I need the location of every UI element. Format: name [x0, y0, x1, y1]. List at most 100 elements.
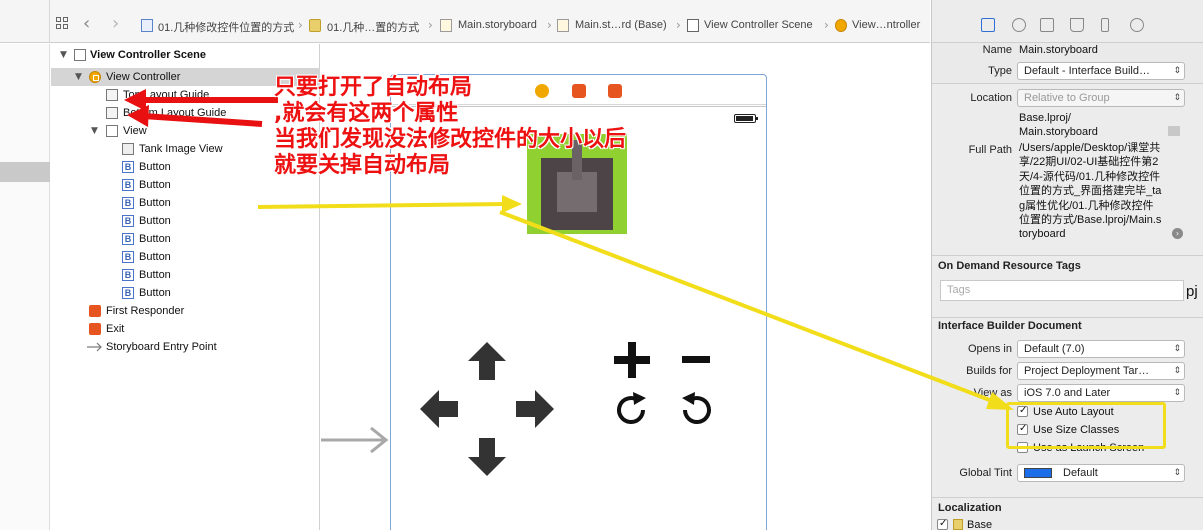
image-view-icon: [122, 143, 134, 155]
outline-label: Button: [139, 197, 171, 209]
outline-row-entry-point[interactable]: Storyboard Entry Point: [51, 338, 320, 356]
size-inspector-tab-icon[interactable]: [1101, 18, 1109, 32]
related-items-grid-icon[interactable]: [56, 17, 70, 31]
outline-row-button[interactable]: B Button: [51, 212, 320, 230]
back-chevron-icon[interactable]: ‹: [83, 13, 90, 34]
button-icon: B: [122, 161, 134, 173]
view-as-popup[interactable]: iOS 7.0 and Later ⇕: [1017, 384, 1185, 402]
breadcrumb-separator: ›: [298, 18, 303, 32]
outline-row-scene[interactable]: ▼ View Controller Scene: [51, 46, 320, 64]
annotation-line: 就要关掉自动布局: [274, 153, 451, 178]
clipped-window-text: pj: [1186, 283, 1198, 300]
navigator-strip: [0, 44, 50, 530]
builds-for-value: Project Deployment Tar…: [1024, 365, 1150, 377]
disclosure-triangle-icon[interactable]: ▼: [91, 122, 98, 140]
location-label: Location: [970, 92, 1012, 104]
button-icon: B: [122, 215, 134, 227]
outline-row-button[interactable]: B Button: [51, 266, 320, 284]
button-icon: B: [122, 287, 134, 299]
breadcrumb-group[interactable]: 01.几种…置的方式: [327, 19, 419, 35]
storyboard-entry-arrow-icon[interactable]: [321, 427, 389, 453]
disclosure-triangle-icon[interactable]: ▼: [75, 68, 82, 86]
outline-label: Button: [139, 251, 171, 263]
outline-label: Storyboard Entry Point: [106, 341, 217, 353]
cube-icon[interactable]: [572, 84, 586, 98]
breadcrumb-project[interactable]: 01.几种修改控件位置的方式: [158, 19, 294, 35]
down-arrow-button[interactable]: [466, 436, 508, 478]
navigator-tab-edge: [0, 0, 50, 43]
right-arrow-button[interactable]: [514, 388, 556, 430]
outline-row-first-responder[interactable]: First Responder: [51, 302, 320, 320]
plus-button[interactable]: [612, 340, 652, 380]
scene-icon: [74, 49, 86, 61]
outline-row-button[interactable]: B Button: [51, 284, 320, 302]
outline-label: Button: [139, 233, 171, 245]
breadcrumb-scene[interactable]: View Controller Scene: [704, 19, 813, 31]
outline-row-button[interactable]: B Button: [51, 194, 320, 212]
exit-icon: [89, 323, 101, 335]
auto-layout-highlight-box: [1006, 402, 1166, 449]
outline-label: View Controller Scene: [90, 49, 206, 61]
opens-in-label: Opens in: [967, 343, 1012, 355]
outline-label: Button: [139, 179, 171, 191]
outline-label: Tank Image View: [139, 143, 223, 155]
arrow-icon: [87, 342, 102, 352]
storyboard-file-icon: [440, 19, 452, 32]
inspector-tab-bar: [932, 0, 1203, 43]
location-popup[interactable]: Relative to Group ⇕: [1017, 89, 1185, 107]
localization-base-checkbox[interactable]: Base: [937, 518, 992, 530]
view-icon: [106, 125, 118, 137]
rotate-left-button[interactable]: [677, 392, 715, 428]
forward-chevron-icon[interactable]: ›: [112, 13, 119, 34]
view-controller-icon: [835, 19, 847, 32]
button-icon: B: [122, 269, 134, 281]
folder-icon: [309, 19, 321, 32]
outline-row-exit[interactable]: Exit: [51, 320, 320, 338]
project-file-icon: [141, 19, 153, 32]
outline-label: Button: [139, 161, 171, 173]
storyboard-file-icon: [557, 19, 569, 32]
tags-input[interactable]: Tags: [940, 280, 1184, 301]
button-icon: B: [122, 251, 134, 263]
folder-icon[interactable]: [1168, 126, 1180, 136]
location-value: Relative to Group: [1024, 92, 1110, 104]
global-tint-value: Default: [1063, 467, 1098, 479]
up-arrow-button[interactable]: [466, 340, 508, 382]
ib-document-section-title: Interface Builder Document: [938, 320, 1082, 332]
type-label: Type: [988, 65, 1012, 77]
help-inspector-tab-icon[interactable]: [1012, 18, 1026, 32]
breadcrumb-storyboard[interactable]: Main.storyboard: [458, 19, 537, 31]
name-value[interactable]: Main.storyboard: [1019, 44, 1098, 56]
chevron-updown-icon: ⇕: [1173, 66, 1181, 76]
outline-row-button[interactable]: B Button: [51, 230, 320, 248]
checkbox-checked-icon[interactable]: [937, 518, 948, 530]
identity-inspector-tab-icon[interactable]: [1040, 18, 1054, 32]
breadcrumb-view-controller[interactable]: View…ntroller: [852, 19, 920, 31]
breadcrumb-storyboard-base[interactable]: Main.st…rd (Base): [575, 19, 667, 31]
exit-icon[interactable]: [608, 84, 622, 98]
cube-icon: [89, 305, 101, 317]
attributes-inspector-tab-icon[interactable]: [1070, 18, 1084, 32]
type-popup[interactable]: Default - Interface Build… ⇕: [1017, 62, 1185, 80]
outline-label: View: [123, 125, 147, 137]
rotate-right-button[interactable]: [613, 392, 651, 428]
navigator-selection: [0, 162, 50, 182]
outline-label: Button: [139, 269, 171, 281]
layout-guide-icon: [106, 89, 118, 101]
jump-bar: ‹ › 01.几种修改控件位置的方式 › 01.几种…置的方式 › Main.s…: [0, 0, 930, 43]
file-inspector-tab-icon[interactable]: [981, 18, 995, 32]
reveal-in-finder-icon[interactable]: ›: [1172, 228, 1183, 239]
outline-label: Bottom Layout Guide: [123, 107, 227, 119]
left-arrow-button[interactable]: [418, 388, 460, 430]
connections-inspector-tab-icon[interactable]: [1130, 18, 1144, 32]
builds-for-popup[interactable]: Project Deployment Tar… ⇕: [1017, 362, 1185, 380]
global-tint-swatch: [1024, 468, 1052, 478]
breadcrumb-separator: ›: [676, 18, 681, 32]
button-icon: B: [122, 179, 134, 191]
opens-in-popup[interactable]: Default (7.0) ⇕: [1017, 340, 1185, 358]
minus-button[interactable]: [680, 354, 712, 366]
disclosure-triangle-icon[interactable]: ▼: [60, 46, 67, 64]
outline-row-button[interactable]: B Button: [51, 248, 320, 266]
tags-section-title: On Demand Resource Tags: [938, 260, 1081, 272]
file-inspector: Name Main.storyboard Type Default - Inte…: [931, 0, 1203, 530]
